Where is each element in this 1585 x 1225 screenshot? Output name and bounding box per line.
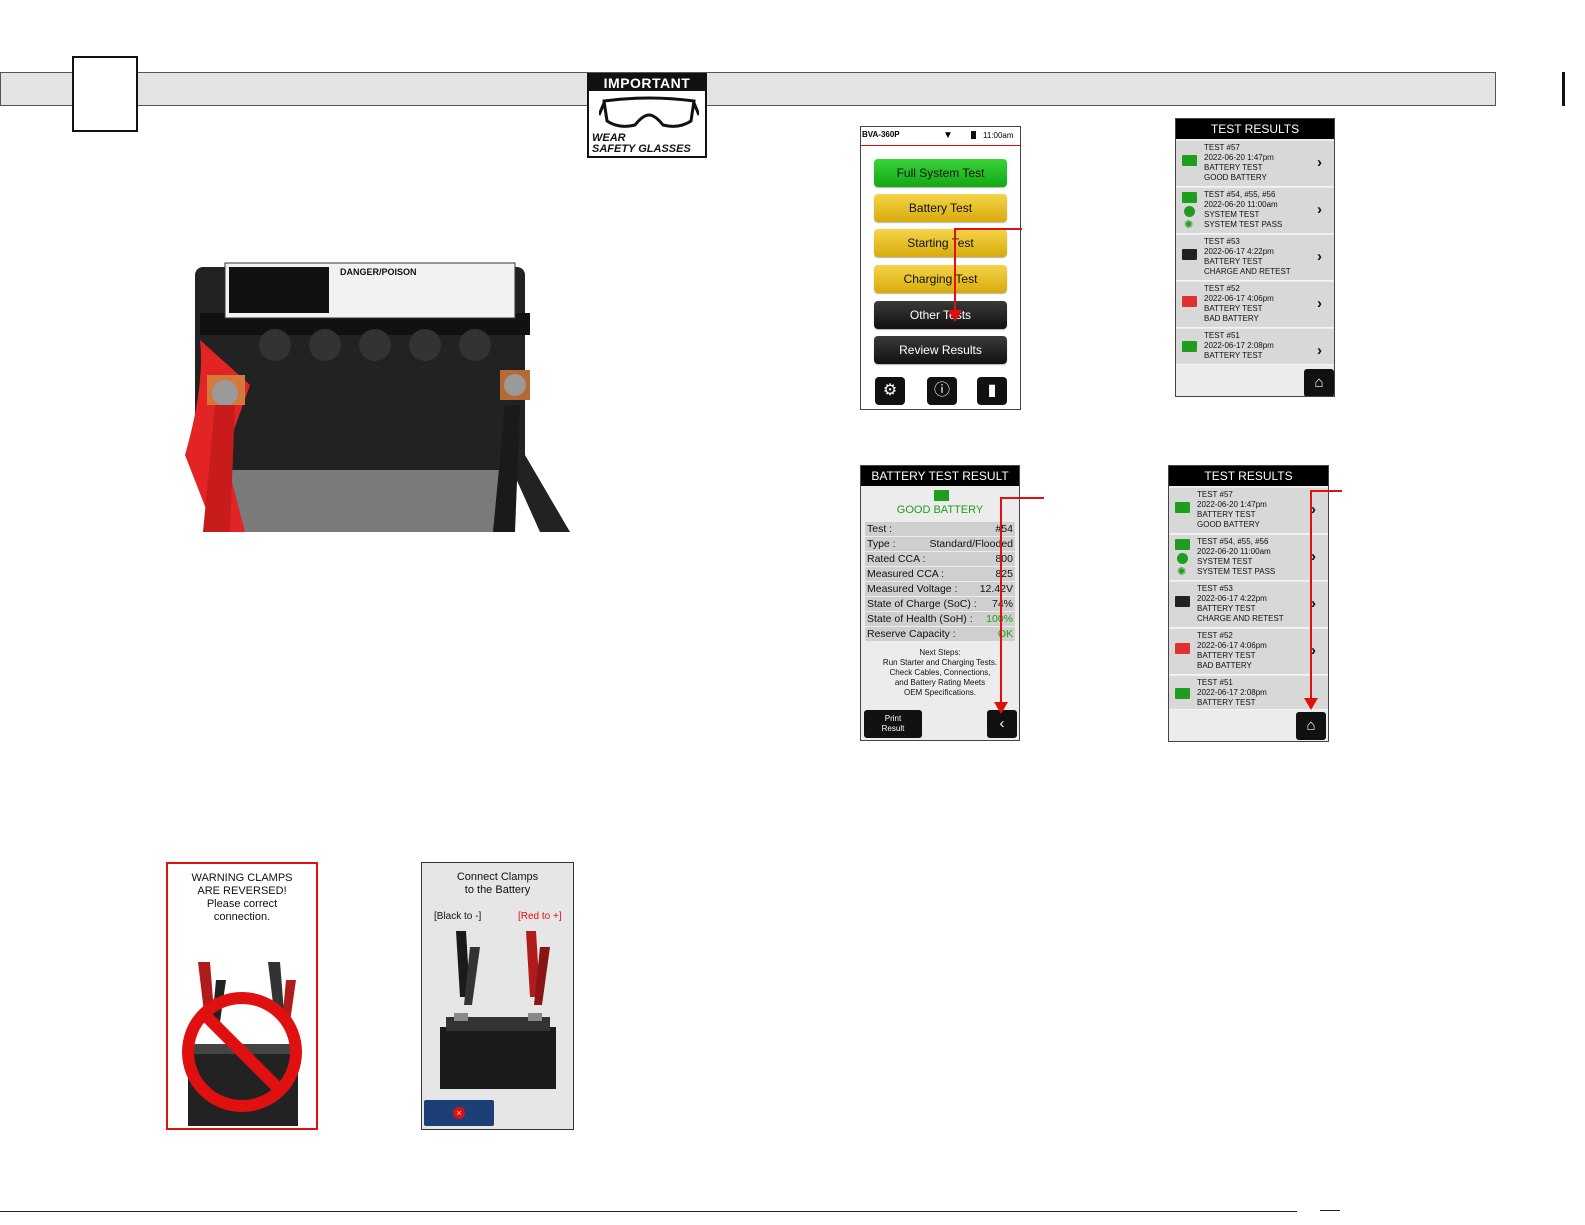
connect-instructions: Connect Clamps to the Battery (456, 871, 539, 896)
result-item[interactable]: TEST #51 2022-06-17 2:08pm BATTERY TEST › (1176, 329, 1334, 365)
result-item[interactable]: TEST #52 2022-06-17 4:06pm BATTERY TEST BAD… (1176, 282, 1334, 328)
battery-test-result-screen: BATTERY TEST RESULT GOOD BATTERY Test : #… (860, 465, 1020, 741)
wifi-icon: ▼ (943, 130, 953, 141)
result-row: Type : Standard/Flooded (865, 537, 1015, 551)
result-item[interactable]: TEST #53 2022-06-17 4:22pm BATTERY TEST CHA… (1176, 235, 1334, 281)
battery-status-icon (1182, 249, 1197, 260)
charging-test-button[interactable]: Charging Test (874, 265, 1007, 293)
safety-glasses-badge: IMPORTANT WEAR SAFETY GLASSES (587, 73, 707, 158)
device-model: BVA-360P (862, 130, 900, 139)
battery-test-button[interactable]: Battery Test (874, 194, 1007, 222)
chevron-right-icon: › (1317, 201, 1322, 218)
footer-rule (0, 1211, 1297, 1212)
main-menu-screen: BVA-360P ▼ 11:00am Full System Test Batt… (860, 126, 1021, 410)
battery-status-icon (1175, 539, 1190, 550)
starting-test-button[interactable]: Starting Test (874, 229, 1007, 257)
arrow-head (1304, 698, 1318, 710)
result-row: State of Charge (SoC) :74% (865, 597, 1015, 611)
result-row: Reserve Capacity : OK (865, 627, 1015, 641)
battery-status-icon (1182, 155, 1197, 166)
battery-status-icon (1182, 341, 1197, 352)
battery-status-icon (971, 131, 976, 139)
result-item[interactable]: TEST #57 2022-06-20 1:47pm BATTERY TEST GOO… (1169, 488, 1328, 534)
section-header-bar (0, 72, 1496, 106)
chevron-right-icon: › (1317, 248, 1322, 265)
battery-status-icon (1175, 688, 1190, 699)
result-item[interactable]: ✺ TEST #54, #55, #56 2022-06-20 11:00am SY… (1169, 535, 1328, 581)
flashlight-icon[interactable]: ▮ (977, 377, 1007, 405)
alternator-status-icon: ✺ (1177, 566, 1187, 578)
home-icon[interactable]: ⌂ (1304, 369, 1334, 396)
result-row: Measured Voltage :12.42V (865, 582, 1015, 596)
prohibited-icon (182, 992, 302, 1112)
battery-status-text: GOOD BATTERY (896, 504, 984, 516)
result-row: Test : #54 (865, 522, 1015, 536)
battery-status-icon (1182, 192, 1197, 203)
clamps-reversed-warning-screen: WARNING CLAMPS ARE REVERSED! Please correc… (166, 862, 318, 1130)
battery-status-icon (1175, 643, 1190, 654)
battery-status-icon (1175, 502, 1190, 513)
arrow-segment (1000, 497, 1044, 499)
print-result-button[interactable]: Print Result (864, 710, 922, 738)
test-results-title: TEST RESULTS (1169, 466, 1328, 486)
black-clamp-label: [Black to -] (434, 911, 482, 922)
result-row: Measured CCA :825 (865, 567, 1015, 581)
battery-status-icon (1182, 296, 1197, 307)
clock-time: 11:00am (983, 131, 1014, 140)
arrow-segment (1000, 497, 1002, 707)
arrow-segment (1310, 490, 1342, 492)
badge-title: IMPORTANT (589, 75, 705, 91)
alternator-status-icon: ✺ (1184, 219, 1194, 231)
battery-result-title: BATTERY TEST RESULT (861, 466, 1019, 486)
battery-status-icon (1175, 596, 1190, 607)
connect-clamps-screen: Connect Clamps to the Battery [Black to -… (421, 862, 574, 1130)
result-row: Rated CCA :800 (865, 552, 1015, 566)
gear-icon[interactable]: ⚙ (875, 377, 905, 405)
chevron-right-icon: › (1317, 154, 1322, 171)
full-system-test-button[interactable]: Full System Test (874, 159, 1007, 187)
page-edge-mark (1562, 72, 1565, 106)
chevron-right-icon: › (1317, 342, 1322, 359)
result-item[interactable]: TEST #52 2022-06-17 4:06pm BATTERY TEST BAD… (1169, 629, 1328, 675)
next-steps-text: Next Steps: Run Starter and Charging Test… (882, 648, 998, 697)
test-results-title: TEST RESULTS (1176, 119, 1334, 139)
close-icon: × (453, 1107, 465, 1119)
arrow-head (948, 310, 962, 322)
red-clamp-label: [Red to +] (518, 911, 562, 922)
arrow-head (994, 702, 1008, 714)
starter-status-icon (1184, 206, 1195, 217)
safety-glasses-icon (599, 96, 699, 128)
battery-status-icon (934, 490, 949, 501)
battery-with-clamps-photo: DANGER/POISON (185, 262, 570, 532)
home-icon[interactable]: ⌂ (1296, 712, 1326, 740)
arrow-segment (954, 228, 956, 316)
result-item[interactable]: TEST #53 2022-06-17 4:22pm BATTERY TEST CHA… (1169, 582, 1328, 628)
result-item[interactable]: ✺ TEST #54, #55, #56 2022-06-20 11:00am SY… (1176, 188, 1334, 234)
badge-wear-text: WEAR SAFETY GLASSES (592, 132, 691, 155)
step-number-box (72, 56, 138, 132)
cancel-button[interactable]: × (424, 1100, 494, 1126)
other-tests-button[interactable]: Other Tests (874, 301, 1007, 329)
chevron-right-icon: › (1317, 295, 1322, 312)
result-row: State of Health (SoH) :100% (865, 612, 1015, 626)
status-divider (861, 145, 1020, 146)
warning-text: WARNING CLAMPS ARE REVERSED! Please correc… (191, 872, 293, 923)
starter-status-icon (1177, 553, 1188, 564)
clamps-illustration (456, 931, 550, 1005)
test-results-screen: TEST RESULTS TEST #57 2022-06-20 1:47pm BA… (1175, 118, 1335, 397)
battery-illustration (440, 1013, 556, 1089)
review-results-button[interactable]: Review Results (874, 336, 1007, 364)
result-item[interactable]: TEST #57 2022-06-20 1:47pm BATTERY TEST GOO… (1176, 141, 1334, 187)
footer-rule-short (1320, 1210, 1340, 1211)
status-bar: BVA-360P ▼ 11:00am (861, 127, 1020, 145)
arrow-segment (954, 228, 1022, 230)
info-icon[interactable]: ⓘ (927, 377, 957, 405)
back-chevron-icon[interactable]: ‹ (987, 710, 1017, 738)
arrow-segment (1310, 490, 1312, 703)
battery-label-text: DANGER/POISON (340, 267, 417, 277)
